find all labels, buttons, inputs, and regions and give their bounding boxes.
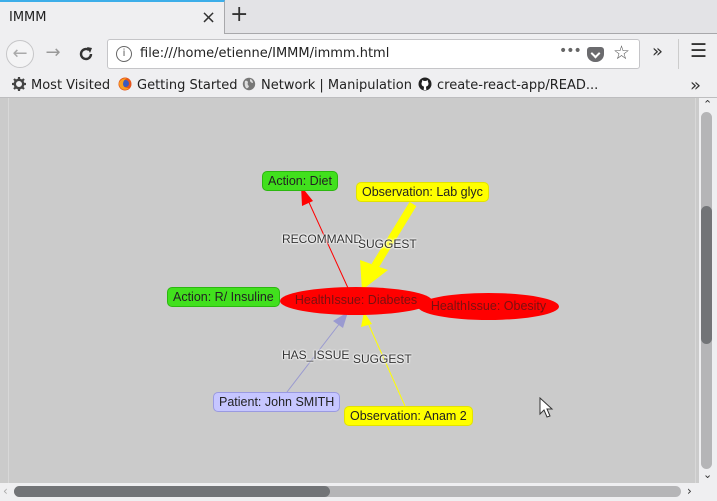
scroll-left-icon[interactable]: ‹ <box>3 484 8 498</box>
vertical-scroll-thumb[interactable] <box>701 206 712 344</box>
url-input[interactable]: file:///home/etienne/IMMM/immm.html <box>140 46 389 61</box>
node-healthissue-obesity[interactable]: HealthIssue: Obesity <box>418 293 559 320</box>
vertical-scrollbar[interactable]: ⌃ ⌄ <box>699 98 717 483</box>
tab-strip: IMMM × + <box>0 0 717 34</box>
edge-label-has-issue: HAS_ISSUE <box>282 348 350 362</box>
firefox-icon <box>118 77 132 91</box>
graph-canvas[interactable]: RECOMMAND SUGGEST HAS_ISSUE SUGGEST Acti… <box>0 98 699 483</box>
edge-label-suggest: SUGGEST <box>353 352 412 366</box>
node-action-diet[interactable]: Action: Diet <box>262 171 338 191</box>
node-observation-lab-glyc[interactable]: Observation: Lab glyc <box>356 182 489 202</box>
new-tab-button[interactable]: + <box>230 2 248 27</box>
globe-icon <box>242 77 256 91</box>
horizontal-scroll-thumb[interactable] <box>14 486 330 497</box>
reload-icon <box>79 47 93 61</box>
scroll-up-icon[interactable]: ⌃ <box>703 98 712 111</box>
bookmark-getting-started[interactable]: Getting Started <box>118 77 238 93</box>
close-tab-icon[interactable]: × <box>201 7 216 28</box>
url-bar[interactable]: i file:///home/etienne/IMMM/immm.html ••… <box>107 39 640 69</box>
gear-icon <box>12 77 26 91</box>
tab-title: IMMM <box>9 10 47 25</box>
tab-immm[interactable]: IMMM × <box>0 0 225 34</box>
horizontal-scrollbar[interactable]: ‹ › <box>0 483 717 501</box>
forward-button[interactable]: → <box>39 40 67 68</box>
node-healthissue-diabetes[interactable]: HealthIssue: Diabetes <box>280 287 432 315</box>
scroll-down-icon[interactable]: ⌄ <box>703 468 712 481</box>
bookmarks-overflow-icon[interactable]: » <box>690 75 701 96</box>
bookmark-create-react-app[interactable]: create-react-app/READ... <box>418 77 598 93</box>
bookmark-network-manipulation[interactable]: Network | Manipulation <box>242 77 412 93</box>
node-observation-anam-2[interactable]: Observation: Anam 2 <box>344 406 473 426</box>
node-action-insuline[interactable]: Action: R/ Insuline <box>167 287 280 307</box>
hamburger-menu-icon[interactable]: ☰ <box>690 40 707 62</box>
toolbar-divider <box>678 39 679 69</box>
scroll-right-icon[interactable]: › <box>687 484 692 498</box>
info-icon[interactable]: i <box>116 46 132 62</box>
mouse-cursor-icon <box>539 397 554 418</box>
bookmark-label: Network | Manipulation <box>261 78 412 93</box>
back-button[interactable]: ← <box>6 40 34 68</box>
reload-button[interactable] <box>72 40 100 68</box>
toolbar-overflow-icon[interactable]: » <box>652 41 663 62</box>
navigation-toolbar: ← → i file:///home/etienne/IMMM/immm.htm… <box>0 34 717 72</box>
node-patient-john-smith[interactable]: Patient: John SMITH <box>213 392 341 412</box>
page-actions-icon[interactable]: ••• <box>559 43 582 59</box>
edge-label-suggest: SUGGEST <box>358 237 417 251</box>
bookmark-star-icon[interactable]: ☆ <box>613 42 630 64</box>
edge-suggest-labglyc[interactable] <box>371 201 417 269</box>
edge-label-recommand: RECOMMAND <box>282 232 362 246</box>
bookmark-label: Most Visited <box>31 78 111 93</box>
pocket-icon[interactable] <box>587 47 604 62</box>
bookmarks-toolbar: Most Visited Getting Started Network | M… <box>0 72 717 98</box>
bookmark-label: Getting Started <box>137 78 238 93</box>
github-icon <box>418 77 432 91</box>
bookmark-label: create-react-app/READ... <box>437 78 599 93</box>
bookmark-most-visited[interactable]: Most Visited <box>12 77 110 93</box>
